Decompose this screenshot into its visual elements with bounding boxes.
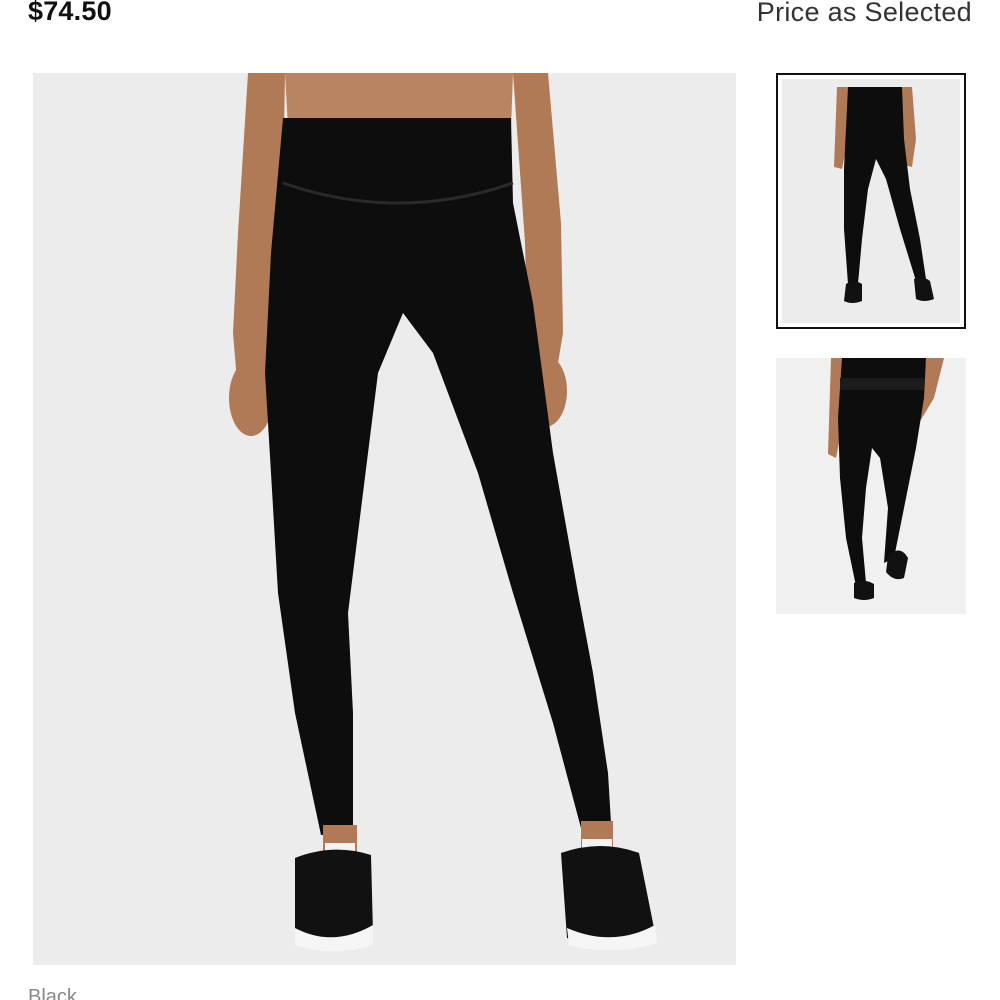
thumbnail-back[interactable] [776, 358, 966, 614]
main-product-image[interactable] [33, 73, 736, 965]
leggings-front-full-illustration [782, 79, 960, 323]
thumbnail-front-image [782, 79, 960, 323]
product-price: $74.50 [28, 0, 112, 26]
leggings-front-illustration [33, 73, 736, 965]
product-page: $74.50 Price as Selected Black [0, 0, 1000, 1000]
leggings-back-view-illustration [776, 358, 966, 614]
price-as-selected-label: Price as Selected [756, 0, 972, 27]
thumbnail-front[interactable] [776, 73, 966, 329]
color-label: Black [28, 986, 77, 1000]
